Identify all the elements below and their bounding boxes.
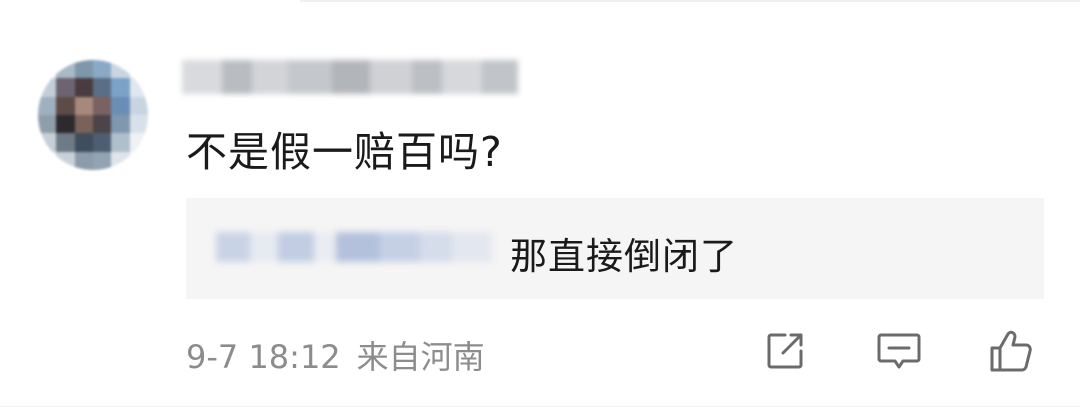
comment-icon: [877, 333, 921, 369]
username-redacted[interactable]: [182, 60, 518, 94]
share-button[interactable]: [760, 326, 810, 376]
reply-text: 那直接倒闭了: [510, 235, 738, 278]
comment-time: 9-7 18:12: [186, 338, 341, 376]
like-button[interactable]: [986, 326, 1036, 376]
top-divider: [300, 0, 1080, 2]
reply-preview[interactable]: 那直接倒闭了: [186, 198, 1044, 299]
comment-card: 不是假一赔百吗? 那直接倒闭了 9-7 18:12 来自河南: [0, 0, 1080, 407]
share-icon: [767, 333, 803, 369]
reply-button[interactable]: [874, 326, 924, 376]
comment-location: 来自河南: [356, 338, 485, 376]
avatar[interactable]: [38, 60, 148, 170]
comment-text: 不是假一赔百吗?: [186, 128, 503, 176]
comment-meta: 9-7 18:12 来自河南: [186, 332, 485, 378]
reply-username-redacted[interactable]: [216, 232, 492, 262]
thumbs-up-icon: [990, 330, 1032, 372]
